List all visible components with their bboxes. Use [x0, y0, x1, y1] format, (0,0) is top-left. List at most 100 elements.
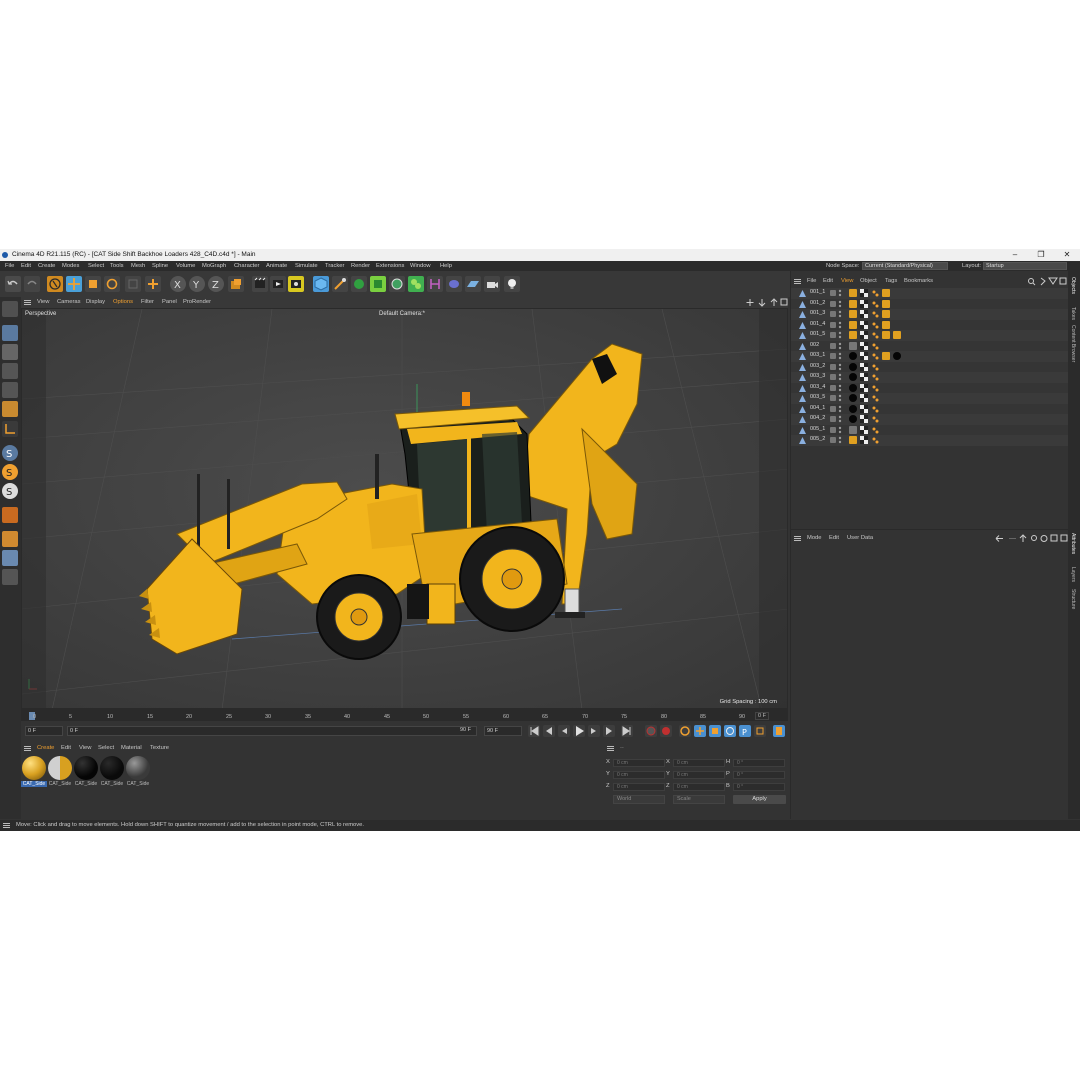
object-manager-toolbar-icons[interactable] — [1027, 277, 1067, 286]
material-tag-icon[interactable] — [849, 383, 857, 392]
grid-workplane-icon[interactable] — [2, 550, 18, 566]
timeline-ruler[interactable]: 0 5 10 15 20 25 30 35 40 45 50 55 60 65 … — [21, 709, 788, 721]
visibility-toggle-icon[interactable] — [830, 395, 836, 401]
object-menu-tags[interactable]: Tags — [885, 276, 897, 286]
material-tag-icon[interactable] — [882, 299, 890, 308]
visibility-toggle-icon[interactable] — [830, 416, 836, 422]
object-name[interactable]: 003_1 — [810, 352, 825, 358]
material-swatch[interactable] — [74, 756, 98, 780]
play-icon[interactable] — [573, 725, 585, 737]
viewport-menu-filter[interactable]: Filter — [141, 297, 154, 308]
side-tab-takes[interactable]: Takes — [1070, 307, 1076, 320]
material-tag-icon[interactable] — [882, 320, 890, 329]
size-z-field[interactable]: 0 cm — [673, 783, 725, 791]
phong-tag-icon[interactable] — [871, 373, 879, 381]
object-name[interactable]: 004_2 — [810, 415, 825, 421]
undo-icon[interactable] — [5, 276, 21, 292]
object-row[interactable]: 003_4 — [791, 382, 1069, 393]
uvw-tag-icon[interactable] — [860, 373, 868, 381]
material-tag-icon[interactable] — [893, 331, 901, 339]
workplane-snap-icon[interactable]: S — [2, 483, 18, 499]
phong-tag-icon[interactable] — [871, 310, 879, 318]
editor-render-dots-icon[interactable] — [838, 363, 842, 371]
object-name[interactable]: 001_5 — [810, 331, 825, 337]
object-name[interactable]: 003_5 — [810, 394, 825, 400]
points-mode-icon[interactable] — [2, 363, 18, 379]
material-menu-icon[interactable] — [24, 746, 31, 751]
frame-range-start-field[interactable]: 0 F — [67, 726, 477, 736]
material-menu-create[interactable]: Create — [37, 743, 54, 753]
material-swatch[interactable] — [48, 756, 72, 780]
object-name[interactable]: 001_4 — [810, 321, 825, 327]
render-picture-viewer-icon[interactable] — [270, 276, 286, 292]
scale-key-icon[interactable] — [709, 725, 721, 737]
light-icon[interactable] — [504, 276, 520, 292]
material-tag-icon[interactable] — [849, 394, 857, 402]
material-tag-icon[interactable] — [849, 310, 857, 318]
object-menu-object[interactable]: Object — [860, 276, 877, 286]
rot-p-field[interactable]: 0 ° — [733, 771, 785, 779]
autokeying-icon[interactable] — [660, 725, 672, 737]
workplane-icon[interactable] — [2, 531, 18, 547]
phong-tag-icon[interactable] — [871, 384, 879, 392]
menu-tracker[interactable]: Tracker — [325, 261, 344, 271]
menu-mograph[interactable]: MoGraph — [202, 261, 226, 271]
material-menu-texture[interactable]: Texture — [150, 743, 169, 753]
uvw-tag-icon[interactable] — [860, 341, 868, 350]
object-menu-file[interactable]: File — [807, 276, 816, 286]
viewport-menu-cameras[interactable]: Cameras — [57, 297, 81, 308]
pos-z-field[interactable]: 0 cm — [613, 783, 665, 791]
visibility-toggle-icon[interactable] — [830, 426, 836, 433]
object-row[interactable]: 001_3 — [791, 309, 1069, 320]
uvw-tag-icon[interactable] — [860, 299, 868, 308]
material-tag-icon[interactable] — [849, 341, 857, 350]
size-y-field[interactable]: 0 cm — [673, 771, 725, 779]
layout-dropdown[interactable]: Startup — [983, 262, 1067, 270]
polygons-mode-icon[interactable] — [2, 401, 18, 417]
menu-volume[interactable]: Volume — [176, 261, 195, 271]
attribute-navigation-icons[interactable] — [995, 534, 1069, 543]
material-tag-icon[interactable] — [849, 436, 857, 444]
menu-animate[interactable]: Animate — [266, 261, 287, 271]
close-button[interactable]: ✕ — [1054, 249, 1080, 261]
material-swatch[interactable] — [100, 756, 124, 780]
go-to-start-icon[interactable] — [528, 725, 540, 737]
move-icon[interactable] — [66, 276, 82, 292]
material-label[interactable]: CAT_Side — [73, 781, 99, 787]
uvw-tag-icon[interactable] — [860, 394, 868, 402]
phong-tag-icon[interactable] — [871, 436, 879, 444]
node-space-dropdown[interactable]: Current (Standard/Physical) — [862, 262, 948, 270]
recent-tools-icon[interactable] — [125, 276, 141, 292]
point-level-animation-icon[interactable] — [754, 725, 766, 737]
material-tag-icon[interactable] — [882, 352, 890, 360]
object-name[interactable]: 004_1 — [810, 405, 825, 411]
previous-frame-icon[interactable] — [558, 725, 570, 737]
material-tag-icon[interactable] — [849, 320, 857, 329]
material-tag-icon[interactable] — [849, 404, 857, 413]
deformer-icon[interactable] — [427, 276, 443, 292]
visibility-toggle-icon[interactable] — [830, 321, 836, 328]
previous-key-icon[interactable] — [543, 725, 555, 737]
viewport-menu-display[interactable]: Display — [86, 297, 105, 308]
object-name[interactable]: 001_1 — [810, 289, 825, 295]
cube-icon[interactable] — [313, 276, 329, 292]
z-axis-icon[interactable]: Z — [208, 276, 224, 292]
object-row[interactable]: 002 — [791, 340, 1069, 351]
cloner-icon[interactable] — [389, 276, 405, 292]
subdivision-icon[interactable] — [351, 276, 367, 292]
object-name[interactable]: 003_4 — [810, 384, 825, 390]
size-x-field[interactable]: 0 cm — [673, 759, 725, 767]
locked-workplane-icon[interactable] — [2, 569, 18, 585]
material-tag-icon[interactable] — [849, 299, 857, 308]
side-tab-objects[interactable]: Objects — [1070, 277, 1076, 294]
visibility-toggle-icon[interactable] — [830, 405, 836, 412]
object-row[interactable]: 001_5 — [791, 330, 1069, 341]
size-mode-dropdown[interactable]: Scale — [673, 795, 725, 804]
phong-tag-icon[interactable] — [871, 321, 879, 329]
phong-tag-icon[interactable] — [871, 331, 879, 339]
object-name[interactable]: 002 — [810, 342, 819, 348]
editor-render-dots-icon[interactable] — [838, 289, 842, 297]
y-axis-icon[interactable]: Y — [189, 276, 205, 292]
viewport-menu-icon[interactable] — [24, 300, 31, 305]
uvw-tag-icon[interactable] — [860, 415, 868, 423]
